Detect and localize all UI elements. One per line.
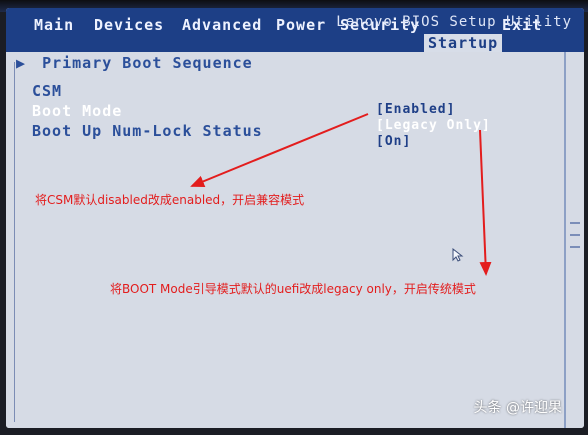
startup-panel: ▶ Primary Boot Sequence CSM Boot Mode Bo… xyxy=(6,52,584,428)
boot-mode-label[interactable]: Boot Mode xyxy=(32,102,122,120)
menu-power[interactable]: Power xyxy=(276,16,326,34)
menu-main[interactable]: Main xyxy=(34,16,74,34)
mouse-pointer-icon xyxy=(452,248,464,262)
num-lock-value[interactable]: [On] xyxy=(376,134,411,149)
scroll-mark xyxy=(570,234,580,236)
num-lock-label[interactable]: Boot Up Num-Lock Status xyxy=(32,122,263,140)
scroll-mark xyxy=(570,222,580,224)
bios-menu-bar: Main Devices Advanced Power Security Sta… xyxy=(6,8,584,52)
panel-right-border xyxy=(564,52,566,428)
menu-advanced[interactable]: Advanced xyxy=(182,16,262,34)
annotation-csm: 将CSM默认disabled改成enabled，开启兼容模式 xyxy=(35,193,305,207)
primary-boot-sequence-label: Primary Boot Sequence xyxy=(42,54,253,72)
menu-devices[interactable]: Devices xyxy=(94,16,164,34)
boot-mode-value[interactable]: [Legacy Only] xyxy=(376,118,491,133)
scrollbar[interactable] xyxy=(570,212,580,282)
csm-value[interactable]: [Enabled] xyxy=(376,102,455,117)
panel-left-border xyxy=(14,62,15,422)
primary-boot-sequence-item[interactable]: ▶ Primary Boot Sequence xyxy=(16,54,253,72)
bios-screen: Main Devices Advanced Power Security Sta… xyxy=(6,8,584,428)
menu-startup[interactable]: Startup xyxy=(424,34,503,52)
csm-label[interactable]: CSM xyxy=(32,82,62,100)
watermark: 头条 @许迎果 xyxy=(473,400,562,416)
bios-title: Lenovo BIOS Setup Utility xyxy=(336,14,572,30)
annotation-boot-mode: 将BOOT Mode引导模式默认的uefi改成legacy only，开启传统模… xyxy=(110,282,476,296)
submenu-arrow-icon: ▶ xyxy=(16,54,27,72)
scroll-mark xyxy=(570,246,580,248)
